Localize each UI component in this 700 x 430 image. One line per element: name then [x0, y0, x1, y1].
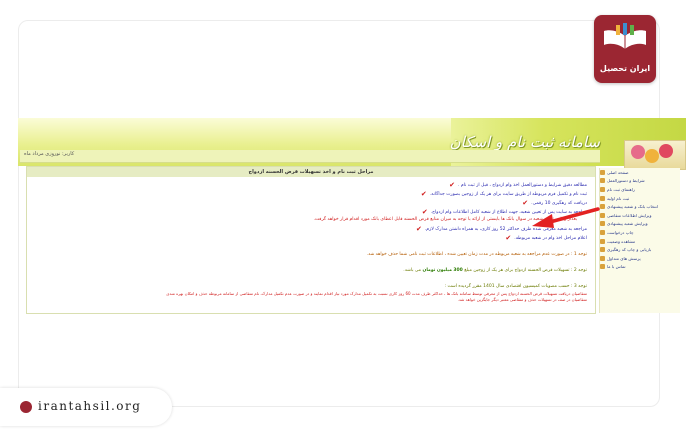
checkmark-icon: ✔: [449, 181, 456, 189]
sidebar-item-print[interactable]: چاپ درخواست: [600, 228, 680, 237]
step-item: ثبت نام و تکمیل فرم مربوطه از طریق سایت …: [421, 190, 587, 198]
contact-icon: [600, 264, 605, 270]
sidebar-item-select-bank[interactable]: انتخاب بانک و شعبه پیشنهادی: [600, 202, 680, 211]
logo-text: ایران تحصیل: [599, 64, 651, 73]
red-arrow-icon: [532, 207, 600, 228]
note-3-title: توجه 3 : حسب مصوبات کمیسیون اقتصادی سال …: [444, 284, 587, 289]
sidebar-item-label: ثبت نام اولیه: [607, 195, 630, 201]
globe-icon: [20, 401, 32, 413]
sidebar-item-rules[interactable]: شرایط و دستورالعمل: [600, 177, 680, 186]
sidebar-item-label: شرایط و دستورالعمل: [607, 178, 645, 184]
sidebar-item-label: تماس با ما: [607, 264, 626, 270]
checkmark-icon: ✔: [505, 234, 512, 242]
sidebar-item-faq[interactable]: پرسش های متداول: [600, 254, 680, 263]
step-item: اعلام مراحل اخذ وام در شعبه مربوطه. ✔: [505, 234, 587, 242]
flower-decoration: [624, 140, 686, 170]
loan-amount: 300 میلیون تومان: [422, 268, 463, 273]
user-info-text: کاربر: نوروزی مرداد ماه: [24, 151, 75, 157]
branch-icon: [600, 221, 605, 227]
step-item: مطالعه دقیق شرایط و دستورالعمل اخذ وام ا…: [449, 181, 587, 189]
print-icon: [600, 229, 605, 235]
home-icon: [600, 169, 605, 175]
site-title-art: سامانه ثبت نام و اسکان: [449, 133, 600, 151]
bank-icon: [600, 204, 605, 210]
note-3-end: متقاضیان در صف در تسهیلات حذف و متقاضی م…: [457, 297, 587, 302]
content-heading: مراحل ثبت نام و اخذ تسهیلات قرض الحسنه ا…: [27, 167, 595, 177]
guide-icon: [600, 186, 605, 192]
sidebar-item-edit-info[interactable]: ویرایش اطلاعات متقاضی: [600, 211, 680, 220]
status-icon: [600, 238, 605, 244]
site-url: irantahsil.org: [38, 399, 142, 413]
sidebar-item-home[interactable]: صفحه اصلی: [600, 168, 680, 177]
edit-icon: [600, 212, 605, 218]
note-2: توجه 2 : تسهیلات قرض الحسنه ازدواج برای …: [403, 268, 587, 273]
note-2-text: توجه 2 : تسهیلات قرض الحسنه ازدواج برای …: [464, 268, 587, 273]
book-icon: [604, 23, 646, 49]
sidebar-menu: صفحه اصلی شرایط و دستورالعمل راهنمای ثبت…: [599, 168, 680, 313]
sidebar-item-label: ویرایش شعبه پیشنهادی: [607, 221, 648, 227]
sidebar-item-status[interactable]: مشاهده وضعیت: [600, 237, 680, 246]
sidebar-item-guide[interactable]: راهنمای ثبت نام: [600, 185, 680, 194]
sidebar-item-tracking[interactable]: بازیابی و چاپ کد رهگیری: [600, 245, 680, 254]
user-bar: [20, 150, 600, 163]
sidebar-item-label: انتخاب بانک و شعبه پیشنهادی: [607, 204, 659, 210]
note-2-end: می باشد.: [403, 268, 422, 273]
step-text: دریافت کد رهگیری 10 رقمی.: [531, 200, 587, 206]
irantahsil-logo: ایران تحصیل: [594, 15, 656, 83]
site-url-badge: irantahsil.org: [0, 388, 172, 426]
checkmark-icon: ✔: [421, 208, 428, 216]
checkmark-icon: ✔: [420, 190, 427, 198]
step-text: ثبت نام و تکمیل فرم مربوطه از طریق سایت …: [429, 191, 587, 197]
sidebar-item-label: چاپ درخواست: [607, 229, 634, 235]
sidebar-item-label: ویرایش اطلاعات متقاضی: [607, 212, 652, 218]
step-text: اعلام مراحل اخذ وام در شعبه مربوطه.: [514, 235, 587, 241]
main-content-panel: مراحل ثبت نام و اخذ تسهیلات قرض الحسنه ا…: [26, 166, 596, 314]
checkmark-icon: ✔: [416, 225, 422, 233]
tracking-icon: [600, 247, 605, 253]
sidebar-item-label: پرسش های متداول: [607, 255, 641, 261]
register-icon: [600, 195, 605, 201]
sidebar-item-label: صفحه اصلی: [607, 169, 629, 175]
note-3-body: متقاضیان دریافت تسهیلات قرض الحسنه ازدوا…: [166, 291, 587, 296]
sidebar-item-contact[interactable]: تماس با ما: [600, 263, 680, 272]
sidebar-item-edit-branch[interactable]: ویرایش شعبه پیشنهادی: [600, 220, 680, 229]
sidebar-item-label: راهنمای ثبت نام: [607, 186, 635, 192]
note-1: توجه 1 : در صورت عدم مراجعه به شعبه مربو…: [366, 252, 587, 257]
question-icon: [600, 255, 605, 261]
step-text: مطالعه دقیق شرایط و دستورالعمل اخذ وام ا…: [458, 182, 587, 188]
sidebar-item-register[interactable]: ثبت نام اولیه: [600, 194, 680, 203]
document-icon: [600, 178, 605, 184]
sidebar-item-label: بازیابی و چاپ کد رهگیری: [607, 247, 652, 253]
sidebar-item-label: مشاهده وضعیت: [607, 238, 636, 244]
